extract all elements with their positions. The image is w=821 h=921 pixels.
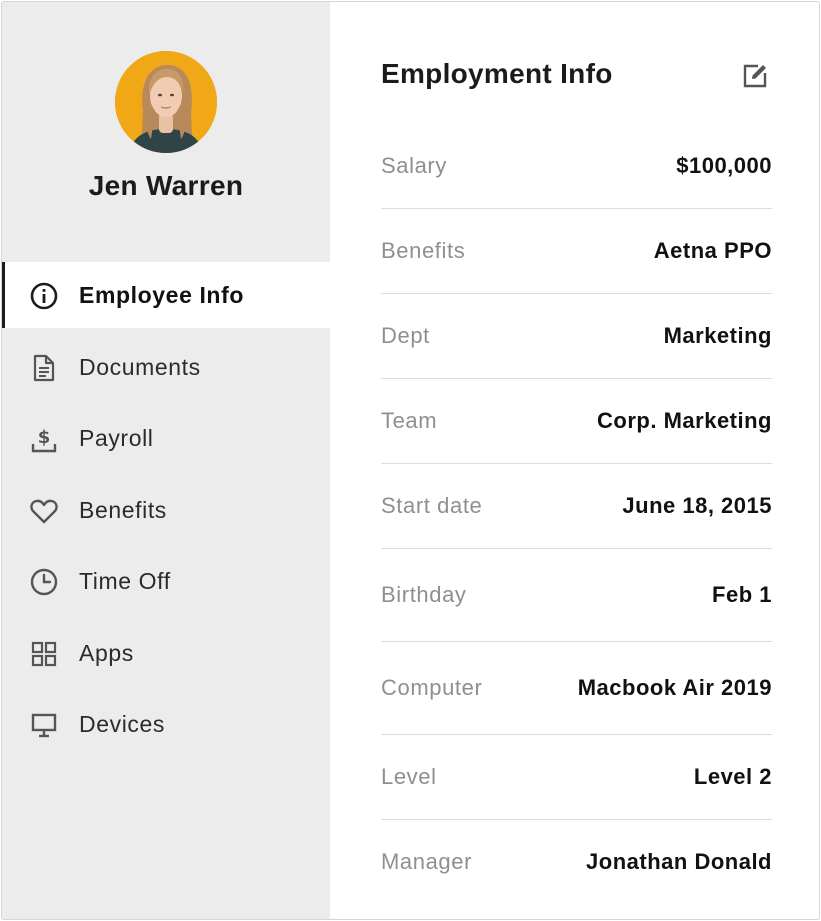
- sidebar-item-benefits[interactable]: Benefits: [2, 477, 330, 543]
- field-label: Manager: [381, 849, 473, 874]
- field-value: Macbook Air 2019: [577, 675, 772, 700]
- sidebar-item-apps[interactable]: Apps: [2, 620, 330, 686]
- sidebar-item-documents[interactable]: Documents: [2, 334, 330, 400]
- sidebar: Jen Warren Employee Info Documents $ Pay…: [2, 2, 330, 919]
- field-label: Birthday: [381, 582, 467, 607]
- sidebar-item-time-off[interactable]: Time Off: [2, 548, 330, 614]
- field-value: $100,000: [676, 153, 772, 178]
- field-row-computer: Computer Macbook Air 2019: [381, 642, 772, 735]
- sidebar-item-payroll[interactable]: $ Payroll: [2, 405, 330, 471]
- field-row-level: Level Level 2: [381, 735, 772, 820]
- monitor-icon: [29, 710, 59, 740]
- field-row-birthday: Birthday Feb 1: [381, 549, 772, 642]
- field-label: Level: [381, 764, 437, 789]
- apps-grid-icon: [29, 639, 59, 669]
- avatar: [115, 51, 217, 153]
- sidebar-item-employee-info[interactable]: Employee Info: [2, 262, 330, 328]
- field-label: Dept: [381, 323, 430, 348]
- field-value: Feb 1: [712, 582, 772, 607]
- field-label: Team: [381, 408, 438, 433]
- sidebar-item-label: Documents: [79, 353, 201, 380]
- sidebar-item-label: Apps: [79, 639, 134, 666]
- field-row-start-date: Start date June 18, 2015: [381, 464, 772, 549]
- field-row-salary: Salary $100,000: [381, 124, 772, 209]
- field-label: Start date: [381, 493, 483, 518]
- employee-profile-card: Jen Warren Employee Info Documents $ Pay…: [1, 1, 820, 920]
- clock-icon: [29, 567, 59, 597]
- field-value: Aetna PPO: [653, 238, 772, 263]
- page-title: Employment Info: [381, 58, 613, 89]
- employment-info-panel: Employment Info Salary $100,000 Benefits…: [330, 2, 819, 919]
- field-row-dept: Dept Marketing: [381, 294, 772, 379]
- avatar-photo: [115, 51, 217, 153]
- sidebar-item-label: Time Off: [79, 568, 171, 594]
- field-value: Corp. Marketing: [597, 408, 772, 433]
- sidebar-item-label: Devices: [79, 711, 166, 737]
- field-value: June 18, 2015: [622, 493, 772, 518]
- heart-icon: [29, 496, 59, 526]
- field-row-benefits: Benefits Aetna PPO: [381, 209, 772, 294]
- user-name: Jen Warren: [88, 170, 244, 201]
- sidebar-item-label: Payroll: [79, 425, 154, 451]
- edit-button[interactable]: [738, 59, 772, 93]
- document-icon: [29, 353, 59, 383]
- sidebar-item-label: Benefits: [79, 496, 167, 523]
- field-row-manager: Manager Jonathan Donald: [381, 820, 772, 904]
- sidebar-item-label: Employee Info: [79, 282, 244, 308]
- sidebar-nav: Employee Info Documents $ Payroll Benefi…: [2, 262, 330, 763]
- field-label: Computer: [381, 675, 483, 700]
- svg-text:$: $: [38, 427, 51, 448]
- payroll-icon: $: [29, 424, 59, 454]
- field-value: Marketing: [663, 323, 772, 348]
- field-value: Level 2: [693, 764, 772, 789]
- sidebar-item-devices[interactable]: Devices: [2, 691, 330, 757]
- edit-icon: [743, 64, 767, 88]
- field-label: Benefits: [381, 238, 466, 263]
- info-icon: [29, 281, 59, 311]
- field-row-team: Team Corp. Marketing: [381, 379, 772, 464]
- field-label: Salary: [381, 153, 447, 178]
- employment-fields: Salary $100,000 Benefits Aetna PPO Dept …: [381, 124, 772, 904]
- field-value: Jonathan Donald: [586, 849, 772, 874]
